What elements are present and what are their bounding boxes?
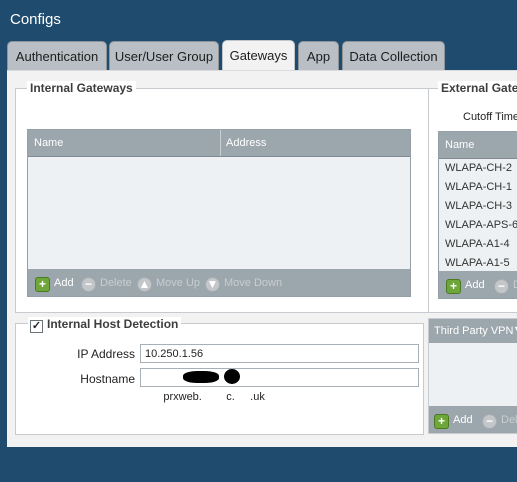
table-row[interactable]: WLAPA-CH-1 <box>439 178 517 197</box>
redaction-mark <box>224 369 240 384</box>
table-toolbar: + Add − Delete ▲ Move Up ▼ Move Down <box>28 269 410 296</box>
ip-address-field[interactable]: 10.250.1.56 <box>140 344 419 363</box>
move-up-button[interactable]: ▲ Move Up <box>137 275 200 292</box>
tab-user-user-group[interactable]: User/User Group <box>109 41 219 70</box>
third-party-vpn-group: Third Party VPN ▼ +Add −Dele <box>428 318 517 434</box>
external-gateways-legend: External Gate <box>438 81 517 95</box>
add-button[interactable]: + Add <box>434 412 473 429</box>
chevron-down-icon[interactable]: ▼ <box>513 324 517 334</box>
move-down-button[interactable]: ▼ Move Down <box>205 275 282 292</box>
add-icon: + <box>35 277 50 292</box>
delete-icon: − <box>81 277 96 292</box>
internal-gateways-table: Name Address + Add − Delete ▲ Move Up ▼ Move… <box>27 129 411 297</box>
table-toolbar: +Add −Dele <box>429 406 517 433</box>
external-gateways-group: External Gate Cutoff Time Name WLAPA-CH-… <box>428 81 517 313</box>
add-button[interactable]: + Add <box>35 275 74 292</box>
internal-host-detection-group: ✓ Internal Host Detection IP Address 10.2… <box>15 317 424 435</box>
redaction-mark <box>183 371 219 383</box>
third-party-vpn-header[interactable]: Third Party VPN <box>434 325 513 337</box>
tab-panel: Internal Gateways Name Address + Add − Del… <box>7 70 517 447</box>
hostname-label: Hostname <box>80 372 135 386</box>
table-toolbar: +Add −De <box>439 271 517 298</box>
table-row[interactable]: WLAPA-APS-6 <box>439 216 517 235</box>
ip-address-label: IP Address <box>77 347 135 361</box>
add-button[interactable]: + Add <box>446 277 485 294</box>
delete-icon: − <box>494 279 509 294</box>
table-row[interactable]: WLAPA-CH-3 <box>439 197 517 216</box>
table-header: Name Address <box>28 130 410 157</box>
internal-gateways-legend: Internal Gateways <box>27 81 136 95</box>
delete-button[interactable]: − Delete <box>81 275 132 292</box>
cutoff-time-label: Cutoff Time <box>463 111 517 123</box>
tab-data-collection[interactable]: Data Collection <box>342 41 445 70</box>
internal-host-detection-checkbox[interactable]: ✓ <box>30 320 43 333</box>
column-header-name[interactable]: Name <box>445 132 474 158</box>
column-header-address[interactable]: Address <box>226 130 266 156</box>
arrow-down-icon: ▼ <box>205 277 220 292</box>
tab-gateways[interactable]: Gateways <box>222 40 295 71</box>
window-titlebar: Configs <box>0 0 517 40</box>
delete-button[interactable]: −De <box>494 277 517 294</box>
table-body <box>28 157 410 269</box>
tab-authentication[interactable]: Authentication <box>7 41 107 70</box>
table-header: Third Party VPN ▼ <box>429 319 517 343</box>
delete-icon: − <box>482 414 497 429</box>
table-row[interactable]: WLAPA-CH-2 <box>439 159 517 178</box>
table-body: WLAPA-CH-2 WLAPA-CH-1 WLAPA-CH-3 WLAPA-A… <box>439 159 517 271</box>
window-title: Configs <box>10 11 61 28</box>
column-separator[interactable] <box>220 130 221 156</box>
add-icon: + <box>446 279 461 294</box>
tab-app[interactable]: App <box>298 41 339 70</box>
hostname-field[interactable]: prxweb. c. .uk <box>140 368 419 403</box>
table-row[interactable]: WLAPA-A1-4 <box>439 235 517 254</box>
internal-host-detection-legend: ✓ Internal Host Detection <box>28 317 182 333</box>
internal-gateways-group: Internal Gateways Name Address + Add − Del… <box>15 81 432 313</box>
arrow-up-icon: ▲ <box>137 277 152 292</box>
column-header-name[interactable]: Name <box>34 130 63 156</box>
delete-button[interactable]: −Dele <box>482 412 517 429</box>
external-gateways-table: Name WLAPA-CH-2 WLAPA-CH-1 WLAPA-CH-3 WL… <box>438 131 517 299</box>
add-icon: + <box>434 414 449 429</box>
table-header: Name <box>439 132 517 159</box>
